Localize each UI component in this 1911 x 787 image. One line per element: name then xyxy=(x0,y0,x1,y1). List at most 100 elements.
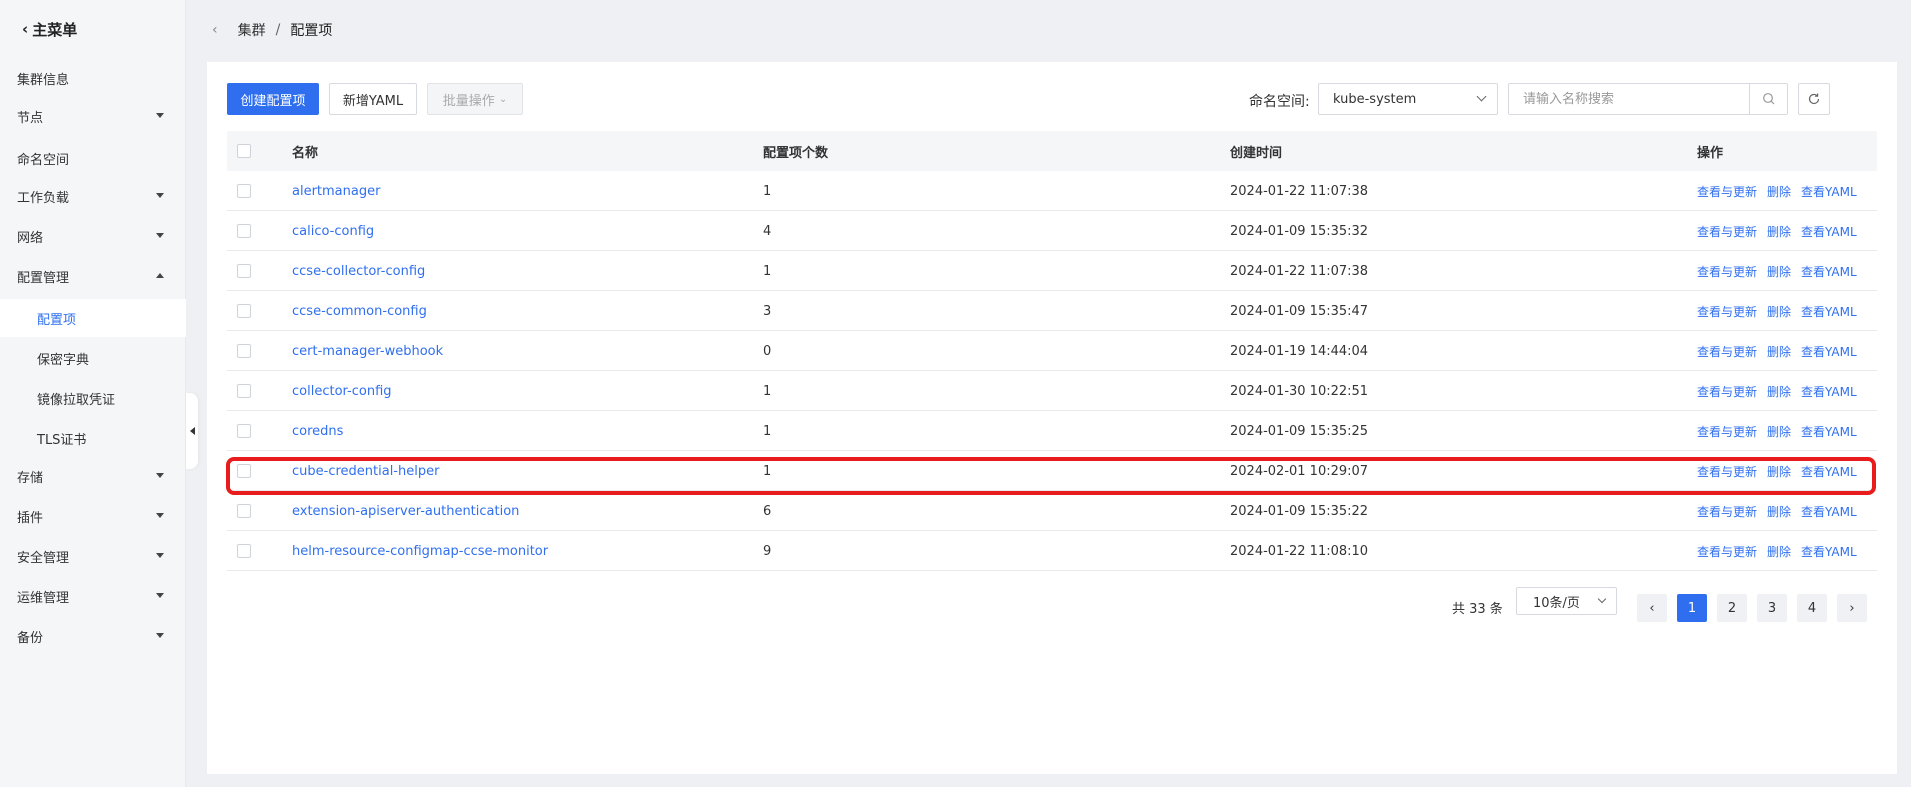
sidebar-item-network[interactable]: 网络 xyxy=(0,217,186,255)
row-checkbox[interactable] xyxy=(237,464,251,478)
table-row: coredns 1 2024-01-09 15:35:25 查看与更新 删除 查看YAML xyxy=(227,411,1877,451)
search-input[interactable] xyxy=(1509,84,1749,114)
caret-down-icon xyxy=(156,113,164,118)
breadcrumb: ‹ 集群 / 配置项 xyxy=(212,20,332,40)
sidebar-item-workloads[interactable]: 工作负载 xyxy=(0,177,186,215)
sidebar-item-label: 节点 xyxy=(17,110,44,126)
sidebar-item-nodes[interactable]: 节点 xyxy=(0,97,186,135)
view-yaml-link[interactable]: 查看YAML xyxy=(1801,303,1857,320)
sidebar-item-security[interactable]: 安全管理 xyxy=(0,537,186,575)
sidebar-item-backup[interactable]: 备份 xyxy=(0,617,186,655)
configmap-name-link[interactable]: helm-resource-configmap-ccse-monitor xyxy=(292,544,548,559)
row-checkbox[interactable] xyxy=(237,344,251,358)
configmap-name-link[interactable]: extension-apiserver-authentication xyxy=(292,504,519,519)
delete-link[interactable]: 删除 xyxy=(1767,423,1791,440)
create-configmap-button[interactable]: 创建配置项 xyxy=(227,83,319,115)
view-yaml-link[interactable]: 查看YAML xyxy=(1801,543,1857,560)
sidebar-item-image-pull-secrets[interactable]: 镜像拉取凭证 xyxy=(0,379,186,417)
configmap-name-link[interactable]: alertmanager xyxy=(292,184,380,199)
next-page-button[interactable]: › xyxy=(1837,594,1867,622)
breadcrumb-parent[interactable]: 集群 xyxy=(238,20,266,40)
view-yaml-link[interactable]: 查看YAML xyxy=(1801,223,1857,240)
page-button-4[interactable]: 4 xyxy=(1797,594,1827,622)
view-yaml-link[interactable]: 查看YAML xyxy=(1801,423,1857,440)
configmap-name-link[interactable]: coredns xyxy=(292,424,343,439)
sidebar-item-label: 备份 xyxy=(17,630,44,646)
batch-operation-button[interactable]: 批量操作 ⌄ xyxy=(427,83,523,115)
view-yaml-link[interactable]: 查看YAML xyxy=(1801,343,1857,360)
row-checkbox[interactable] xyxy=(237,224,251,238)
sidebar-item-ops[interactable]: 运维管理 xyxy=(0,577,186,615)
sidebar-item-namespaces[interactable]: 命名空间 xyxy=(0,139,186,177)
view-update-link[interactable]: 查看与更新 xyxy=(1697,183,1757,200)
delete-link[interactable]: 删除 xyxy=(1767,343,1791,360)
sidebar-item-label: TLS证书 xyxy=(37,432,87,448)
back-chevron-icon[interactable]: ‹ xyxy=(212,22,218,38)
delete-link[interactable]: 删除 xyxy=(1767,383,1791,400)
sidebar-item-label: 命名空间 xyxy=(17,152,70,168)
view-yaml-link[interactable]: 查看YAML xyxy=(1801,503,1857,520)
configmap-name-link[interactable]: collector-config xyxy=(292,384,392,399)
caret-down-icon xyxy=(156,553,164,558)
configmap-count: 1 xyxy=(763,263,772,279)
prev-page-button[interactable]: ‹ xyxy=(1637,594,1667,622)
view-yaml-link[interactable]: 查看YAML xyxy=(1801,263,1857,280)
sidebar-item-tls-certs[interactable]: TLS证书 xyxy=(0,419,186,457)
search-button[interactable] xyxy=(1749,84,1787,114)
delete-link[interactable]: 删除 xyxy=(1767,463,1791,480)
batch-operation-label: 批量操作 xyxy=(442,93,495,109)
view-yaml-link[interactable]: 查看YAML xyxy=(1801,383,1857,400)
view-update-link[interactable]: 查看与更新 xyxy=(1697,223,1757,240)
row-checkbox[interactable] xyxy=(237,544,251,558)
view-update-link[interactable]: 查看与更新 xyxy=(1697,303,1757,320)
add-yaml-button[interactable]: 新增YAML xyxy=(329,83,417,115)
sidebar-item-storage[interactable]: 存储 xyxy=(0,457,186,495)
table-row: collector-config 1 2024-01-30 10:22:51 查看与更… xyxy=(227,371,1877,411)
created-time: 2024-01-09 15:35:25 xyxy=(1230,423,1369,439)
sidebar-item-plugins[interactable]: 插件 xyxy=(0,497,186,535)
page-button-1[interactable]: 1 xyxy=(1677,594,1707,622)
row-checkbox[interactable] xyxy=(237,384,251,398)
column-header-count: 配置项个数 xyxy=(763,145,829,161)
configmap-name-link[interactable]: ccse-collector-config xyxy=(292,264,425,279)
delete-link[interactable]: 删除 xyxy=(1767,183,1791,200)
view-update-link[interactable]: 查看与更新 xyxy=(1697,383,1757,400)
main-menu-back-button[interactable]: ‹ 主菜单 xyxy=(0,0,185,58)
main-panel: 创建配置项 新增YAML 批量操作 ⌄ 命名空间: kube-system 名称… xyxy=(207,62,1897,774)
table-row: extension-apiserver-authentication 6 2024-… xyxy=(227,491,1877,531)
sidebar-item-config-management[interactable]: 配置管理 xyxy=(0,257,186,295)
sidebar-item-cluster-info[interactable]: 集群信息 xyxy=(0,59,186,97)
sidebar-item-label: 配置项 xyxy=(37,312,77,328)
page-button-3[interactable]: 3 xyxy=(1757,594,1787,622)
view-update-link[interactable]: 查看与更新 xyxy=(1697,463,1757,480)
view-update-link[interactable]: 查看与更新 xyxy=(1697,543,1757,560)
delete-link[interactable]: 删除 xyxy=(1767,303,1791,320)
sidebar-collapse-toggle[interactable] xyxy=(186,393,198,469)
select-all-checkbox[interactable] xyxy=(237,144,251,158)
delete-link[interactable]: 删除 xyxy=(1767,503,1791,520)
page-size-select[interactable]: 10条/页 xyxy=(1516,587,1617,615)
row-checkbox[interactable] xyxy=(237,424,251,438)
configmap-name-link[interactable]: cube-credential-helper xyxy=(292,464,439,479)
view-update-link[interactable]: 查看与更新 xyxy=(1697,423,1757,440)
refresh-button[interactable] xyxy=(1798,83,1830,115)
row-checkbox[interactable] xyxy=(237,504,251,518)
view-update-link[interactable]: 查看与更新 xyxy=(1697,503,1757,520)
delete-link[interactable]: 删除 xyxy=(1767,263,1791,280)
view-yaml-link[interactable]: 查看YAML xyxy=(1801,463,1857,480)
configmap-name-link[interactable]: cert-manager-webhook xyxy=(292,344,443,359)
namespace-select[interactable]: kube-system xyxy=(1318,83,1498,115)
delete-link[interactable]: 删除 xyxy=(1767,223,1791,240)
configmap-name-link[interactable]: calico-config xyxy=(292,224,374,239)
view-update-link[interactable]: 查看与更新 xyxy=(1697,343,1757,360)
row-checkbox[interactable] xyxy=(237,304,251,318)
sidebar-item-secrets[interactable]: 保密字典 xyxy=(0,339,186,377)
delete-link[interactable]: 删除 xyxy=(1767,543,1791,560)
view-yaml-link[interactable]: 查看YAML xyxy=(1801,183,1857,200)
row-checkbox[interactable] xyxy=(237,264,251,278)
configmap-name-link[interactable]: ccse-common-config xyxy=(292,304,427,319)
sidebar-item-configmaps[interactable]: 配置项 xyxy=(0,299,186,337)
page-button-2[interactable]: 2 xyxy=(1717,594,1747,622)
view-update-link[interactable]: 查看与更新 xyxy=(1697,263,1757,280)
row-checkbox[interactable] xyxy=(237,184,251,198)
